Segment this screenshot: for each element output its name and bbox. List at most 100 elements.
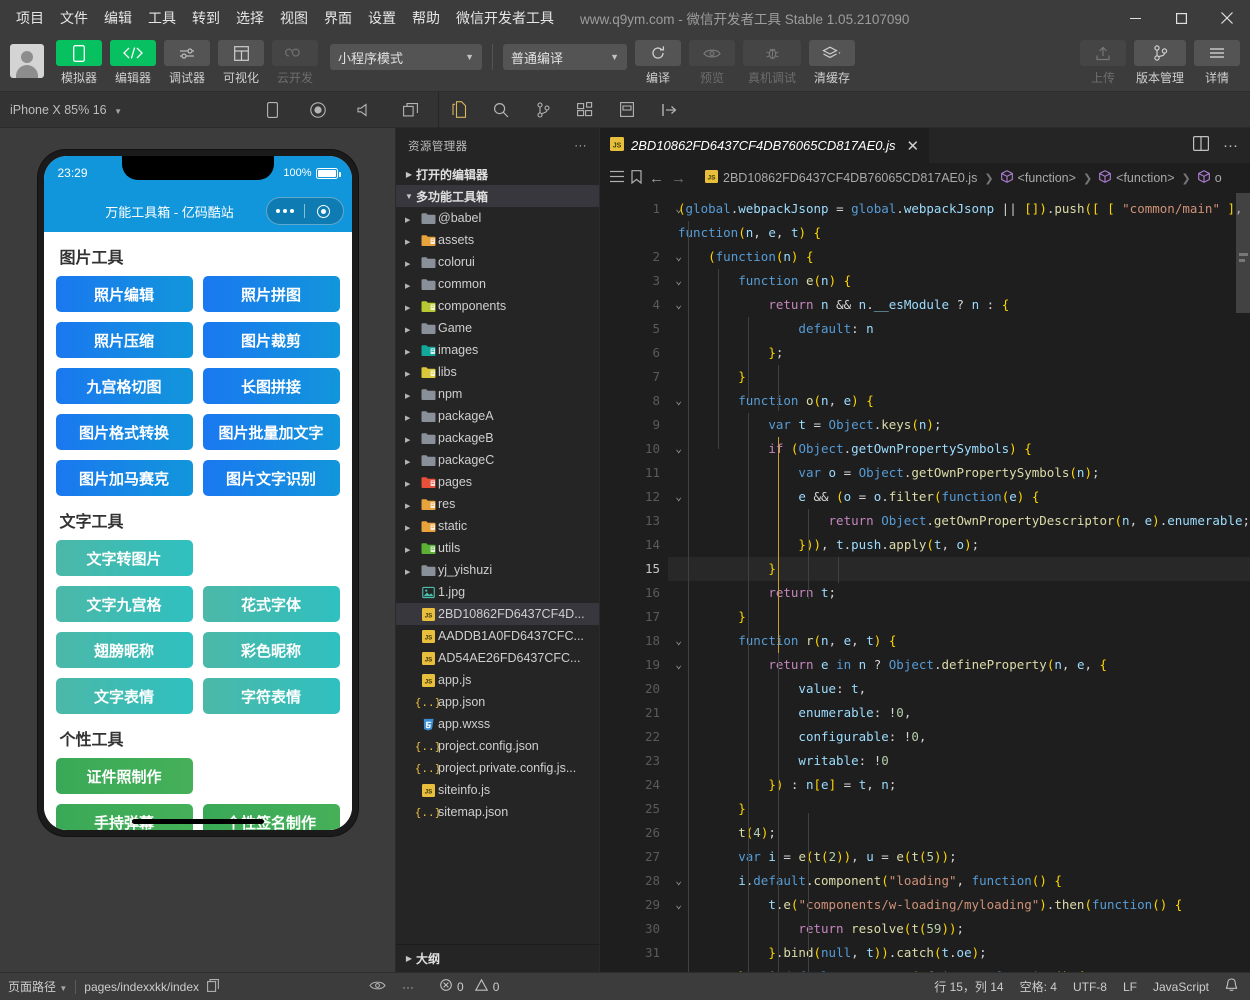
version-control-button[interactable]: 版本管理 bbox=[1134, 40, 1186, 86]
more-icon[interactable]: ··· bbox=[574, 140, 587, 152]
editor-tab[interactable]: JS 2BD10862FD6437CF4DB76065CD817AE0.js ✕ bbox=[600, 128, 931, 163]
problems-indicator[interactable]: 0 0 bbox=[440, 978, 499, 994]
tool-button[interactable]: 长图拼接 bbox=[202, 368, 340, 404]
compile-button[interactable]: 编译 bbox=[635, 40, 681, 86]
debugger-button[interactable]: 调试器 bbox=[164, 40, 210, 86]
file-tree-row[interactable]: 1.jpg bbox=[396, 581, 599, 603]
extensions-icon[interactable] bbox=[575, 100, 595, 120]
source-control-icon[interactable] bbox=[533, 100, 553, 120]
code-line[interactable]: }.bind(null, t)).catch(t.oe); bbox=[668, 941, 1250, 965]
file-tree-row[interactable]: {..} sitemap.json bbox=[396, 801, 599, 823]
file-tree-row[interactable]: ▶ common bbox=[396, 273, 599, 295]
code-line[interactable]: return Object.getOwnPropertyDescriptor(n… bbox=[668, 509, 1250, 533]
file-tree-row[interactable]: {..} project.config.json bbox=[396, 735, 599, 757]
eol-setting[interactable]: LF bbox=[1123, 980, 1137, 994]
cloud-dev-button[interactable]: 云开发 bbox=[272, 40, 318, 86]
menu-item-view[interactable]: 视图 bbox=[272, 4, 316, 32]
file-tree-row[interactable]: ▶ components bbox=[396, 295, 599, 317]
bell-icon[interactable] bbox=[1225, 978, 1238, 995]
editor-button[interactable]: 编辑器 bbox=[110, 40, 156, 86]
tool-button[interactable]: 文字九宫格 bbox=[55, 586, 193, 622]
page-path-selector[interactable]: 页面路径 ▼ bbox=[8, 978, 67, 995]
code-line[interactable]: t(4); bbox=[668, 821, 1250, 845]
tool-button[interactable]: 翅膀昵称 bbox=[55, 632, 193, 668]
tool-button[interactable]: 照片编辑 bbox=[55, 276, 193, 312]
chevron-right-icon[interactable]: ▶ bbox=[396, 327, 410, 334]
simulator-button[interactable]: 模拟器 bbox=[56, 40, 102, 86]
tool-button[interactable]: 文字转图片 bbox=[55, 540, 193, 576]
chevron-right-icon[interactable]: ▶ bbox=[396, 547, 410, 554]
indent-setting[interactable]: 空格: 4 bbox=[1020, 978, 1057, 995]
cursor-position[interactable]: 行 15，列 14 bbox=[934, 978, 1003, 995]
minimize-icon[interactable] bbox=[1112, 0, 1158, 36]
code-line[interactable]: (global.webpackJsonp = global.webpackJso… bbox=[668, 197, 1250, 221]
more-dots-icon[interactable] bbox=[267, 209, 305, 213]
code-line[interactable]: var o = Object.getOwnPropertySymbols(n); bbox=[668, 461, 1250, 485]
clear-cache-button[interactable]: 清缓存 bbox=[809, 40, 855, 86]
chevron-right-icon[interactable]: ▶ bbox=[396, 503, 410, 510]
file-tree-row[interactable]: ▶ npm bbox=[396, 383, 599, 405]
file-tree-row[interactable]: JS app.js bbox=[396, 669, 599, 691]
tool-button[interactable]: 字符表情 bbox=[202, 678, 340, 714]
more-actions-icon[interactable]: ··· bbox=[1223, 137, 1238, 154]
breadcrumb-symbol[interactable]: <function> bbox=[1000, 170, 1076, 186]
menu-item-select[interactable]: 选择 bbox=[228, 4, 272, 32]
record-icon[interactable] bbox=[308, 100, 328, 120]
file-tree-row[interactable]: ▶ static bbox=[396, 515, 599, 537]
code-line[interactable]: function(n, e, t) { bbox=[668, 221, 1250, 245]
more-icon[interactable]: ··· bbox=[402, 980, 414, 994]
chevron-right-icon[interactable]: ▶ bbox=[396, 261, 410, 268]
file-tree-row[interactable]: JS AADDB1A0FD6437CFC... bbox=[396, 625, 599, 647]
code-line[interactable]: return e in n ? Object.defineProperty(n,… bbox=[668, 653, 1250, 677]
debug-icon[interactable] bbox=[617, 100, 637, 120]
breadcrumb-symbol[interactable]: o bbox=[1197, 170, 1222, 186]
menu-item-project[interactable]: 项目 bbox=[8, 4, 52, 32]
phone-screen[interactable]: 23:29 100% 万能工具箱 - 亿码酷站 图片工具 照片编辑 照片拼图 照… bbox=[43, 156, 352, 830]
search-icon[interactable] bbox=[491, 100, 511, 120]
code-line[interactable]: return resolve(t(59)); bbox=[668, 917, 1250, 941]
code-line[interactable]: i.default.component("loading", function(… bbox=[668, 869, 1250, 893]
code-line[interactable]: return t; bbox=[668, 581, 1250, 605]
wechat-capsule-menu[interactable] bbox=[265, 197, 344, 225]
file-tree-row[interactable]: ▶ images bbox=[396, 339, 599, 361]
code-line[interactable]: value: t, bbox=[668, 677, 1250, 701]
breadcrumb-file[interactable]: JS 2BD10862FD6437CF4DB76065CD817AE0.js bbox=[705, 170, 977, 186]
code-line[interactable]: var t = Object.keys(n); bbox=[668, 413, 1250, 437]
close-icon[interactable] bbox=[1204, 0, 1250, 36]
window-icon[interactable] bbox=[400, 100, 420, 120]
file-tree-row[interactable]: ▶ packageC bbox=[396, 449, 599, 471]
editor-scrollbar[interactable] bbox=[1236, 193, 1250, 313]
chevron-right-icon[interactable]: ▶ bbox=[396, 217, 410, 224]
collapse-icon[interactable] bbox=[659, 100, 679, 120]
visualize-button[interactable]: 可视化 bbox=[218, 40, 264, 86]
code-line[interactable]: (function(n) { bbox=[668, 245, 1250, 269]
tool-button[interactable]: 九宫格切图 bbox=[55, 368, 193, 404]
chevron-right-icon[interactable]: ▶ bbox=[396, 305, 410, 312]
chevron-right-icon[interactable]: ▶ bbox=[396, 437, 410, 444]
code-line[interactable]: if (Object.getOwnPropertySymbols) { bbox=[668, 437, 1250, 461]
language-mode[interactable]: JavaScript bbox=[1153, 980, 1209, 994]
device-selector[interactable]: iPhone X 85% 16 ▼ bbox=[0, 103, 122, 117]
line-number-gutter[interactable]: 1 ⌄ 2 ⌄ 3 ⌄ 4 ⌄ 5 6 7 8 ⌄ 9 10 ⌄ 11 12 ⌄ 13 14 15 16 17 18 ⌄ 19 ⌄ 20… bbox=[600, 193, 682, 972]
bookmark-icon[interactable] bbox=[631, 169, 642, 187]
tool-button[interactable]: 图片格式转换 bbox=[55, 414, 193, 450]
volume-icon[interactable] bbox=[354, 100, 374, 120]
tool-button[interactable]: 图片批量加文字 bbox=[202, 414, 340, 450]
file-tree-row[interactable]: JS siteinfo.js bbox=[396, 779, 599, 801]
menu-item-goto[interactable]: 转到 bbox=[184, 4, 228, 32]
code-content[interactable]: (global.webpackJsonp = global.webpackJso… bbox=[668, 193, 1250, 972]
close-target-icon[interactable] bbox=[305, 204, 343, 218]
code-line[interactable]: default: n bbox=[668, 317, 1250, 341]
code-area[interactable]: 1 ⌄ 2 ⌄ 3 ⌄ 4 ⌄ 5 6 7 8 ⌄ 9 10 ⌄ 11 12 ⌄ 13 14 15 16 17 18 ⌄ 19 ⌄ 20… bbox=[600, 193, 1250, 972]
copy-icon[interactable] bbox=[207, 978, 219, 995]
preview-button[interactable]: 预览 bbox=[689, 40, 735, 86]
code-line[interactable]: return n && n.__esModule ? n : { bbox=[668, 293, 1250, 317]
split-editor-icon[interactable] bbox=[1193, 135, 1210, 156]
code-line[interactable]: } bbox=[668, 605, 1250, 629]
file-tree-row[interactable]: {..} project.private.config.js... bbox=[396, 757, 599, 779]
tool-button[interactable]: 图片裁剪 bbox=[202, 322, 340, 358]
outline-icon[interactable] bbox=[610, 170, 624, 186]
menu-item-tools[interactable]: 工具 bbox=[140, 4, 184, 32]
file-tree-row[interactable]: ▶ libs bbox=[396, 361, 599, 383]
chevron-right-icon[interactable]: ▶ bbox=[396, 459, 410, 466]
